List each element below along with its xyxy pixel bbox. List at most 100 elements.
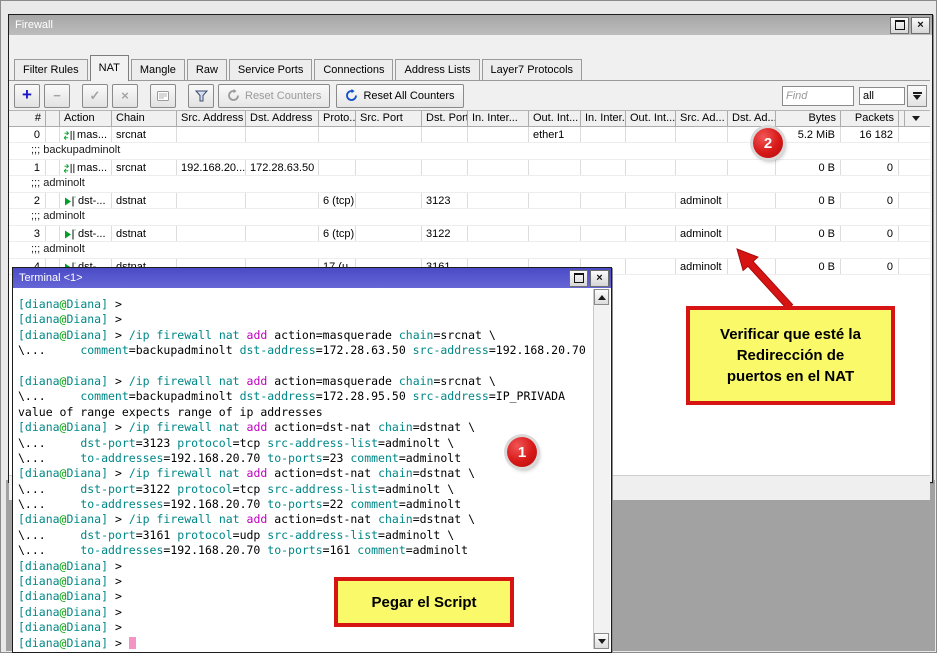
maximize-icon [895,20,905,30]
reset-counters-icon [227,89,240,102]
terminal-line: [diana@Diana] > /ip firewall nat add act… [18,374,590,389]
tab-mangle[interactable]: Mangle [131,59,185,80]
reset-all-counters-button[interactable]: Reset All Counters [336,84,463,108]
comment-icon [157,91,169,101]
table-cell: 5.2 MiB [776,127,841,142]
column-header[interactable]: Out. Int... [626,111,676,126]
maximize-icon [574,273,584,283]
tab-layer7-protocols[interactable]: Layer7 Protocols [482,59,583,80]
column-header[interactable]: Action [60,111,112,126]
triangle-down-icon [598,639,606,644]
triangle-up-icon [598,295,606,300]
terminal-maximize-button[interactable] [569,270,588,287]
terminal-content[interactable]: [diana@Diana] > [diana@Diana] > [diana@D… [13,288,609,650]
comment-row[interactable]: ;;; adminolt [9,176,930,193]
filter-scope-combobox[interactable]: all [859,87,905,105]
column-header[interactable]: Chain [112,111,177,126]
table-cell: 172.28.63.50 [246,160,319,175]
table-cell [468,226,529,241]
tab-connections[interactable]: Connections [314,59,393,80]
column-header[interactable]: Src. Ad... [676,111,728,126]
terminal-line: [diana@Diana] > /ip firewall nat add act… [18,420,590,435]
filter-button[interactable] [188,84,214,108]
enable-rule-button[interactable]: ✓ [82,84,108,108]
tab-service-ports[interactable]: Service Ports [229,59,312,80]
firewall-toolbar: + − ✓ × Reset Counters Reset All Counter… [9,81,930,110]
remove-rule-button[interactable]: − [44,84,70,108]
terminal-line: \... comment=backupadminolt dst-address=… [18,389,590,404]
firewall-window-title: Firewall [15,19,888,31]
table-cell [246,226,319,241]
column-header[interactable]: In. Inter... [581,111,626,126]
terminal-line: value of range expects range of ip addre… [18,405,590,420]
table-cell: adminolt [676,193,728,208]
find-input[interactable] [782,86,854,106]
masquerade-icon [64,163,75,174]
terminal-titlebar[interactable]: Terminal <1> × [13,268,611,288]
terminal-line: [diana@Diana] > [18,636,590,650]
table-cell [46,193,60,208]
terminal-scrollbar[interactable] [593,289,610,649]
scroll-up-button[interactable] [594,289,609,305]
step-1-badge: 1 [507,437,537,467]
table-row[interactable]: 0mas...srcnatether15.2 MiB16 182 [9,127,930,143]
column-header[interactable]: Out. Int... [529,111,581,126]
paste-script-callout: Pegar el Script [334,577,514,627]
tab-raw[interactable]: Raw [187,59,227,80]
tab-address-lists[interactable]: Address Lists [395,59,479,80]
table-cell [319,160,356,175]
table-body: 0mas...srcnatether15.2 MiB16 182;;; back… [9,127,930,275]
close-button[interactable]: × [911,17,930,34]
column-header[interactable]: In. Inter... [468,111,529,126]
tab-nat[interactable]: NAT [90,55,129,81]
comment-row[interactable]: ;;; backupadminolt [9,143,930,160]
table-row[interactable]: 2dst-...dstnat6 (tcp)3123adminolt0 B0 [9,193,930,209]
terminal-line: \... to-addresses=192.168.20.70 to-ports… [18,497,590,512]
column-header[interactable]: Proto... [319,111,356,126]
disable-rule-button[interactable]: × [112,84,138,108]
terminal-line: [diana@Diana] > /ip firewall nat add act… [18,466,590,481]
firewall-tabbar: Filter RulesNATMangleRawService PortsCon… [9,55,930,81]
table-cell [728,160,776,175]
column-selector-button[interactable] [904,111,927,126]
table-row[interactable]: 1mas...srcnat192.168.20...172.28.63.500 … [9,160,930,176]
column-header[interactable]: # [10,111,46,126]
table-cell [728,193,776,208]
filter-scope-dropdown-button[interactable] [907,85,927,107]
terminal-line: [diana@Diana] > [18,559,590,574]
maximize-button[interactable] [890,17,909,34]
table-cell: 6 (tcp) [319,226,356,241]
reset-counters-button[interactable]: Reset Counters [218,84,330,108]
firewall-titlebar[interactable]: Firewall × [9,15,932,35]
table-cell: 0 B [776,226,841,241]
table-cell [626,127,676,142]
column-header[interactable]: Packets [841,111,899,126]
add-rule-button[interactable]: + [14,84,40,108]
table-cell: adminolt [676,226,728,241]
comment-row[interactable]: ;;; adminolt [9,209,930,226]
filter-funnel-icon [195,90,208,102]
column-header[interactable]: Src. Address [177,111,246,126]
column-header[interactable] [46,111,60,126]
table-cell: 1 [10,160,46,175]
table-cell: dst-... [60,226,112,241]
table-cell [422,127,468,142]
table-cell: mas... [60,127,112,142]
column-header[interactable]: Dst. Port [422,111,468,126]
nat-verification-callout: Verificar que esté la Redirección de pue… [686,306,895,405]
column-header[interactable]: Dst. Address [246,111,319,126]
tab-filter-rules[interactable]: Filter Rules [14,59,88,80]
comment-row[interactable]: ;;; adminolt [9,242,930,259]
table-cell: srcnat [112,127,177,142]
column-header[interactable]: Dst. Ad... [728,111,776,126]
table-cell [529,226,581,241]
table-cell [676,127,728,142]
column-header[interactable]: Bytes [776,111,841,126]
column-header[interactable]: Src. Port [356,111,422,126]
terminal-line: \... to-addresses=192.168.20.70 to-ports… [18,451,590,466]
scroll-down-button[interactable] [594,633,609,649]
comment-button[interactable] [150,84,176,108]
terminal-close-button[interactable]: × [590,270,609,287]
terminal-cursor [129,637,136,649]
table-row[interactable]: 3dst-...dstnat6 (tcp)3122adminolt0 B0 [9,226,930,242]
